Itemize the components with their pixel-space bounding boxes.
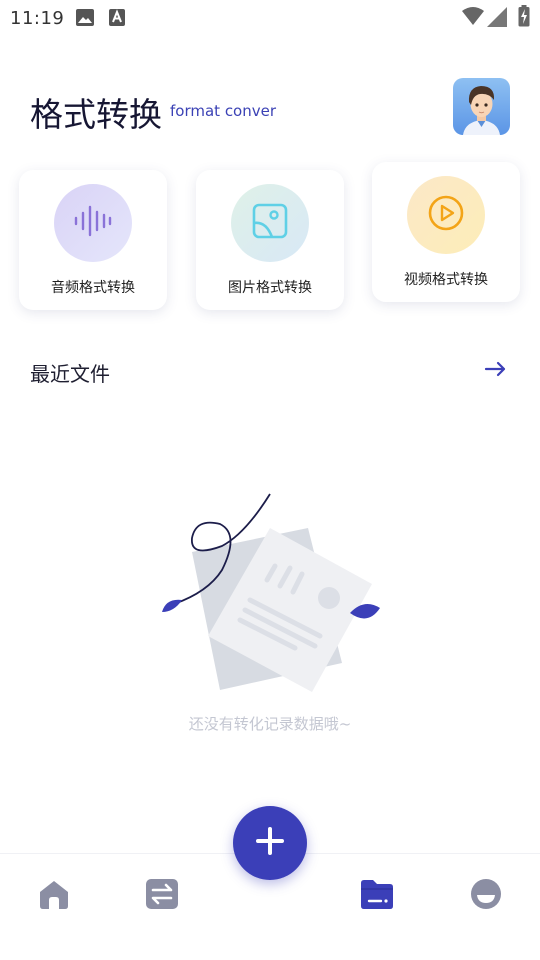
nav-home[interactable] — [36, 878, 72, 914]
nav-convert[interactable] — [144, 878, 180, 914]
cell-signal-icon — [487, 7, 507, 31]
nav-profile[interactable] — [468, 878, 504, 914]
empty-state-text: 还没有转化记录数据哦~ — [188, 715, 352, 733]
image-icon — [76, 9, 94, 30]
profile-icon — [470, 878, 502, 914]
audio-convert-label: 音频格式转换 — [51, 280, 135, 296]
video-convert-label: 视频格式转换 — [404, 272, 488, 288]
wifi-icon — [462, 7, 484, 29]
empty-state-illustration — [150, 488, 390, 698]
nav-files[interactable] — [359, 878, 395, 914]
home-icon — [37, 878, 71, 914]
convert-icon — [145, 878, 179, 914]
video-convert-card[interactable]: 视频格式转换 — [372, 162, 520, 302]
arrow-right-icon[interactable] — [484, 358, 508, 380]
add-button[interactable] — [233, 806, 307, 880]
image-convert-card[interactable]: 图片格式转换 — [196, 170, 344, 310]
audio-wave-icon — [73, 204, 113, 242]
page-subtitle: format conver — [170, 102, 277, 120]
image-frame-icon — [252, 203, 288, 243]
battery-charging-icon — [518, 5, 530, 31]
plus-icon — [255, 826, 285, 860]
recent-files-title: 最近文件 — [30, 362, 110, 386]
avatar[interactable] — [453, 78, 510, 135]
status-time: 11:19 — [10, 8, 65, 29]
status-bar: 11:19 — [0, 0, 540, 36]
image-convert-label: 图片格式转换 — [228, 280, 312, 296]
a-box-icon — [109, 9, 125, 30]
play-circle-icon — [427, 194, 465, 236]
video-icon-circle — [407, 176, 485, 254]
image-icon-circle — [231, 184, 309, 262]
page-title: 格式转换 — [30, 95, 162, 134]
folder-icon — [359, 878, 395, 914]
audio-icon-circle — [54, 184, 132, 262]
audio-convert-card[interactable]: 音频格式转换 — [19, 170, 167, 310]
